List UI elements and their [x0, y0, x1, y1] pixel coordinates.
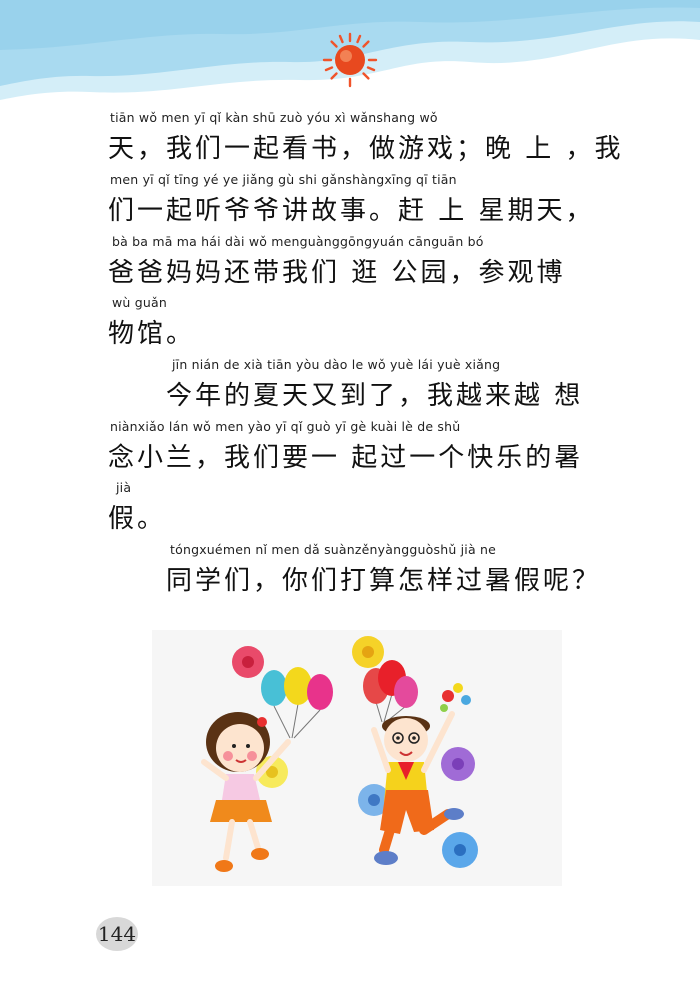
- hanzi-row: 物馆。: [108, 319, 196, 349]
- pinyin-row: men yī qǐ tīng yé ye jiǎng gù shi gǎnshà…: [110, 172, 457, 187]
- flower-icon: [352, 636, 384, 668]
- pinyin-row: niànxiǎo lán wǒ men yào yī qǐ guò yī gè …: [110, 419, 461, 434]
- hanzi-row: 们一起听爷爷讲故事。赶 上 星期天，: [108, 196, 595, 226]
- page-number: 144: [96, 917, 138, 951]
- pinyin-row: tóngxuémen nǐ men dǎ suànzěnyàngguòshǔ j…: [170, 542, 497, 557]
- pinyin-row: tiān wǒ men yī qǐ kàn shū zuò yóu xì wǎn…: [110, 110, 438, 125]
- children-illustration: [152, 630, 562, 886]
- hanzi-row: 念小兰，我们要一 起过一个快乐的暑: [108, 443, 584, 473]
- hanzi-row: 同学们，你们打算怎样过暑假呢？: [166, 566, 602, 596]
- page-number-text: 144: [97, 922, 137, 946]
- pinyin-row: bà ba mā ma hái dài wǒ menguànggōngyuán …: [112, 234, 484, 249]
- hanzi-row: 今年的夏天又到了，我越来越 想: [166, 381, 584, 411]
- story-text: tiān wǒ men yī qǐ kàn shū zuò yóu xì wǎn…: [0, 0, 700, 620]
- pinyin-row: jīn nián de xià tiān yòu dào le wǒ yuè l…: [172, 357, 501, 372]
- flower-icon: [441, 747, 475, 781]
- hanzi-row: 爸爸妈妈还带我们 逛 公园，参观博: [108, 258, 566, 288]
- pinyin-row: wù guǎn: [112, 295, 167, 310]
- flower-icon: [442, 832, 478, 868]
- flower-icon: [232, 646, 264, 678]
- hanzi-row: 假。: [108, 504, 167, 534]
- hanzi-row: 天，我们一起看书，做游戏；晚 上 ，我: [108, 134, 624, 164]
- pinyin-row: jià: [116, 480, 132, 495]
